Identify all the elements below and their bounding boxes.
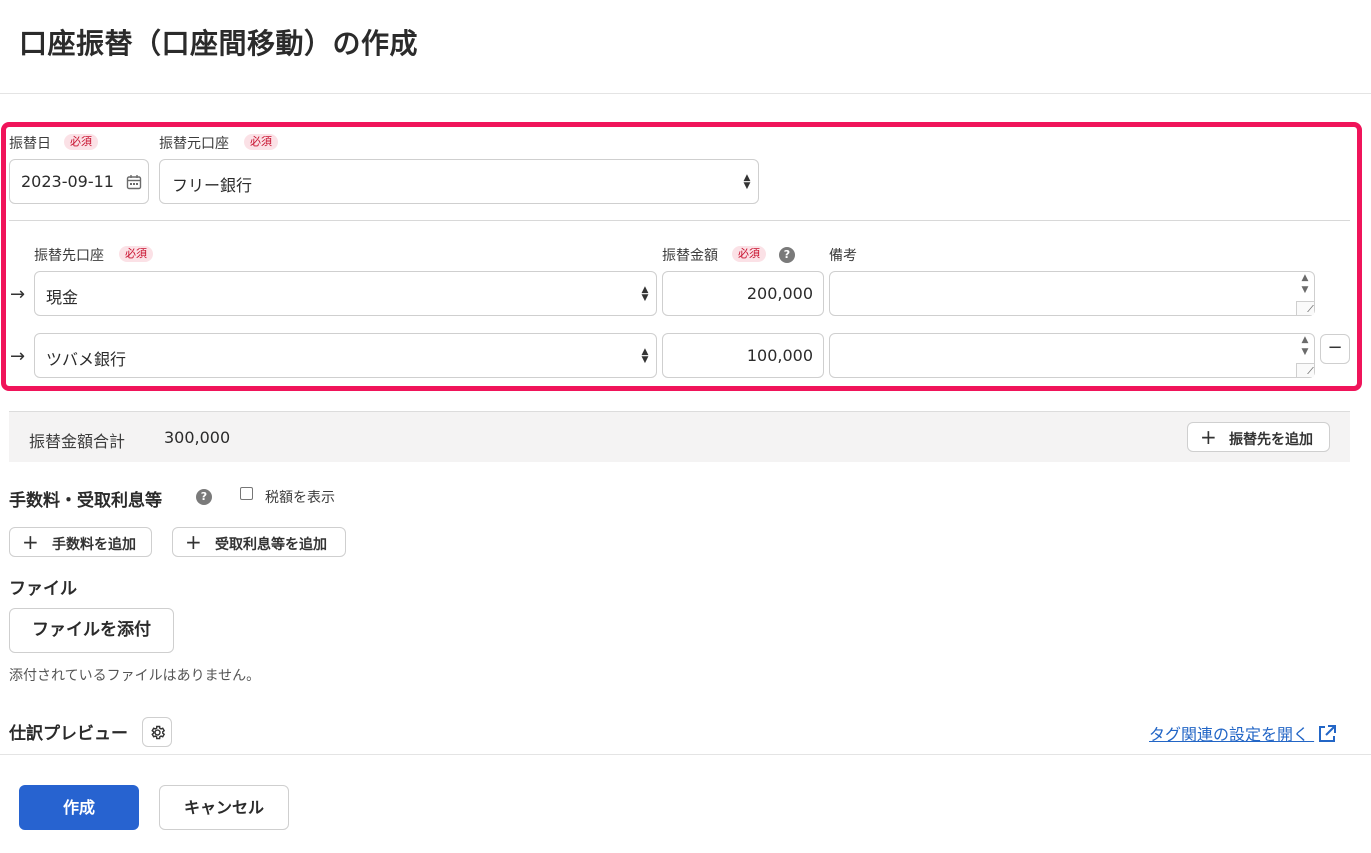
- calendar-icon[interactable]: [126, 174, 142, 190]
- dest-account-select[interactable]: ツバメ銀行 ▲ ▼: [34, 333, 657, 378]
- remove-row-button[interactable]: −: [1320, 334, 1350, 364]
- date-input[interactable]: 2023-09-11: [9, 159, 149, 204]
- required-badge: 必須: [244, 134, 278, 150]
- create-button[interactable]: 作成: [19, 785, 139, 830]
- dest-account-value: ツバメ銀行: [46, 350, 127, 369]
- add-fee-label: 手数料を追加: [52, 537, 136, 553]
- add-interest-label: 受取利息等を追加: [215, 537, 327, 553]
- tax-display-label: 税額を表示: [265, 490, 335, 506]
- tag-settings-link[interactable]: タグ関連の設定を開く: [1149, 720, 1337, 745]
- add-destination-button[interactable]: + 振替先を追加: [1187, 422, 1330, 452]
- amount-input[interactable]: 100,000: [662, 333, 824, 378]
- total-value: 300,000: [164, 428, 231, 447]
- spin-arrows-icon[interactable]: ▲ ▼: [1298, 272, 1312, 296]
- fees-heading: 手数料・受取利息等: [9, 491, 162, 511]
- resize-handle-icon[interactable]: [1296, 363, 1314, 377]
- top-divider: [0, 93, 1371, 94]
- dest-account-value: 現金: [46, 288, 79, 307]
- amount-label: 振替金額: [662, 248, 718, 264]
- total-bar: 振替金額合計 300,000 + 振替先を追加: [9, 411, 1350, 462]
- arrow-right-icon: →: [10, 346, 26, 367]
- memo-textarea[interactable]: ▲ ▼: [829, 271, 1315, 316]
- help-icon[interactable]: ?: [196, 489, 212, 505]
- journal-preview-heading: 仕訳プレビュー: [9, 724, 128, 744]
- memo-label: 備考: [829, 248, 857, 264]
- add-destination-label: 振替先を追加: [1229, 432, 1313, 448]
- required-badge: 必須: [732, 246, 766, 262]
- date-label: 振替日: [9, 136, 51, 152]
- source-account-label: 振替元口座: [159, 136, 229, 152]
- select-arrows-icon: ▲ ▼: [743, 173, 751, 191]
- date-value: 2023-09-11: [21, 172, 114, 191]
- memo-textarea[interactable]: ▲ ▼: [829, 333, 1315, 378]
- resize-handle-icon[interactable]: [1296, 301, 1314, 315]
- add-interest-button[interactable]: + 受取利息等を追加: [172, 527, 346, 557]
- help-icon[interactable]: ?: [779, 247, 795, 263]
- amount-value: 100,000: [746, 346, 813, 365]
- cancel-button[interactable]: キャンセル: [159, 785, 289, 830]
- plus-icon: +: [1200, 425, 1217, 449]
- preview-settings-button[interactable]: [142, 717, 172, 747]
- tax-display-checkbox[interactable]: [240, 487, 253, 500]
- total-label: 振替金額合計: [29, 432, 126, 451]
- bottom-divider: [0, 754, 1371, 755]
- plus-icon: +: [22, 530, 39, 554]
- arrow-right-icon: →: [10, 284, 26, 305]
- tag-settings-link-text: タグ関連の設定を開く: [1149, 725, 1310, 744]
- page-title: 口座振替（口座間移動）の作成: [19, 27, 419, 60]
- add-fee-button[interactable]: + 手数料を追加: [9, 527, 152, 557]
- dest-account-label: 振替先口座: [34, 248, 104, 264]
- select-arrows-icon: ▲ ▼: [641, 347, 649, 365]
- amount-value: 200,000: [746, 284, 813, 303]
- minus-icon: −: [1327, 337, 1343, 358]
- select-arrows-icon: ▲ ▼: [641, 285, 649, 303]
- gear-icon: [151, 725, 166, 740]
- required-badge: 必須: [119, 246, 153, 262]
- amount-input[interactable]: 200,000: [662, 271, 824, 316]
- source-account-select[interactable]: フリー銀行 ▲ ▼: [159, 159, 759, 204]
- file-heading: ファイル: [9, 579, 77, 599]
- dest-account-select[interactable]: 現金 ▲ ▼: [34, 271, 657, 316]
- plus-icon: +: [185, 530, 202, 554]
- spin-arrows-icon[interactable]: ▲ ▼: [1298, 334, 1312, 358]
- no-file-text: 添付されているファイルはありません。: [9, 668, 261, 684]
- section-divider: [9, 220, 1350, 221]
- external-link-icon: [1319, 725, 1337, 742]
- required-badge: 必須: [64, 134, 98, 150]
- source-account-value: フリー銀行: [172, 176, 253, 195]
- attach-file-button[interactable]: ファイルを添付: [9, 608, 174, 653]
